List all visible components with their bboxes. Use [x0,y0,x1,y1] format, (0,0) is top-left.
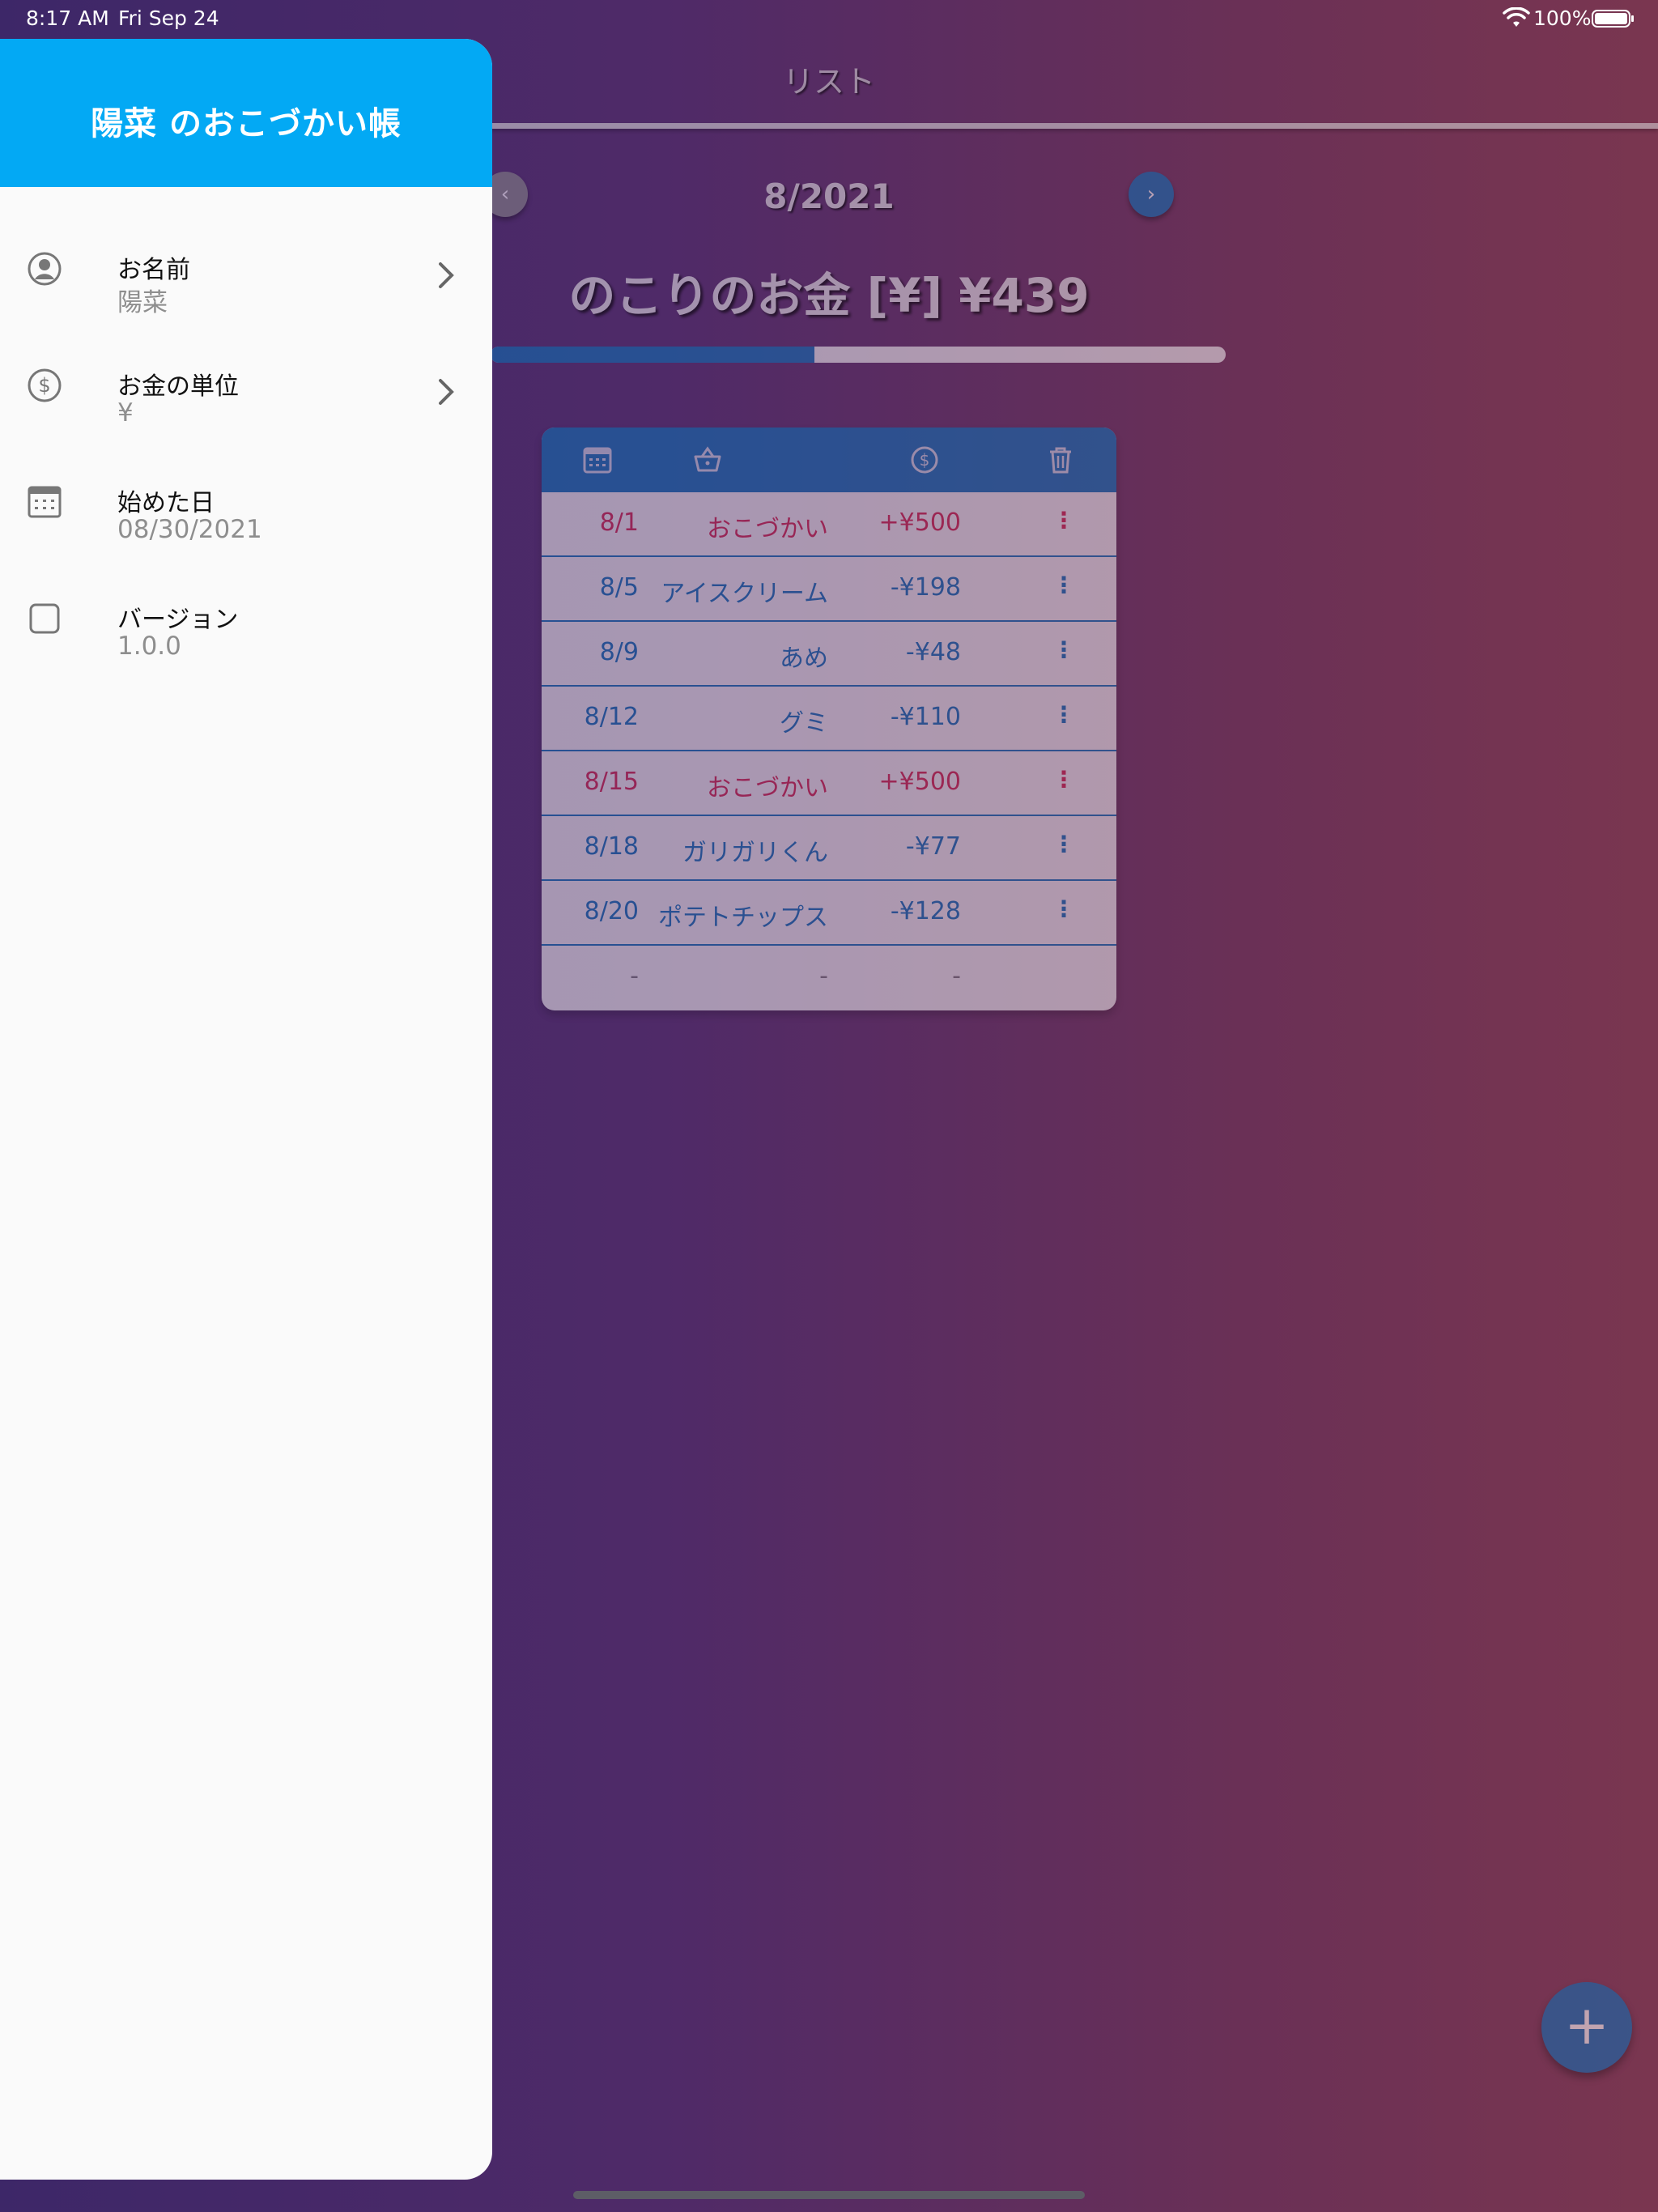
battery-percentage: 100% [1533,6,1592,30]
drawer-item-subtitle: ¥ [117,398,134,428]
row-amount: -¥77 [905,832,961,861]
trash-icon [1050,447,1071,474]
next-month-button[interactable]: › [1129,172,1174,217]
row-amount: - [952,962,961,990]
transactions-table: $ 8/1 おこづかい +¥500 ⋮ 8/5 アイスクリーム -¥198 ⋮ 8/9 あめ -¥4… [542,428,1116,1010]
drawer-item-subtitle: 1.0.0 [117,632,181,661]
row-item: アイスクリーム [661,580,828,608]
row-item: おこづかい [707,515,828,543]
row-item: あめ [780,644,828,673]
row-item: - [819,962,828,990]
row-date: 8/5 [599,573,639,602]
table-row[interactable]: 8/9 あめ -¥48 ⋮ [542,622,1116,687]
table-row[interactable]: 8/12 グミ -¥110 ⋮ [542,687,1116,751]
table-row[interactable]: 8/15 おこづかい +¥500 ⋮ [542,751,1116,816]
row-item: おこづかい [707,774,828,802]
add-transaction-button[interactable]: + [1541,1982,1632,2073]
more-vertical-icon[interactable]: ⋮ [1052,636,1076,664]
row-date: 8/1 [599,508,639,537]
row-item: グミ [780,709,828,738]
row-date: - [630,962,639,990]
row-date: 8/12 [584,703,639,731]
row-item: ガリガリくん [682,839,828,867]
table-row[interactable]: 8/1 おこづかい +¥500 ⋮ [542,492,1116,557]
drawer-item-start-date[interactable]: 始めた日 08/30/2021 [0,466,492,564]
row-item: ポテトチップス [658,904,828,932]
row-date: 8/15 [584,768,639,796]
status-time: 8:17 AM [26,6,109,30]
row-amount: +¥500 [878,508,961,537]
drawer-item-currency[interactable]: $ お金の単位 ¥ [0,350,492,447]
plus-icon: + [1564,1994,1609,2057]
chevron-right-icon [439,379,454,405]
home-indicator [573,2191,1085,2199]
calendar-icon [28,486,62,518]
table-header: $ [542,428,1116,492]
drawer-item-version: バージョン 1.0.0 [0,583,492,680]
row-amount: +¥500 [878,768,961,796]
drawer-item-title: バージョン [117,606,239,634]
calendar-icon [583,447,612,474]
drawer-item-title: お金の単位 [117,372,239,401]
more-vertical-icon[interactable]: ⋮ [1052,895,1076,923]
table-row[interactable]: 8/20 ポテトチップス -¥128 ⋮ [542,881,1116,946]
row-amount: -¥198 [890,573,961,602]
battery-icon [1592,10,1634,28]
square-icon [29,603,60,634]
drawer-title: 陽菜 のおこづかい帳 [91,105,402,143]
more-vertical-icon[interactable]: ⋮ [1052,701,1076,729]
drawer-item-name[interactable]: お名前 陽菜 [0,233,492,330]
more-vertical-icon[interactable]: ⋮ [1052,507,1076,534]
drawer-item-subtitle: 08/30/2021 [117,515,262,544]
user-circle-icon [28,252,62,286]
spending-progress-bar [491,347,1226,363]
row-date: 8/9 [599,638,639,666]
more-vertical-icon[interactable]: ⋮ [1052,572,1076,599]
more-vertical-icon[interactable]: ⋮ [1052,831,1076,858]
progress-fill [491,347,814,363]
drawer-item-subtitle: 陽菜 [117,288,168,317]
more-vertical-icon[interactable]: ⋮ [1052,766,1076,793]
chevron-right-icon: › [1146,182,1156,206]
table-row[interactable]: 8/18 ガリガリくん -¥77 ⋮ [542,816,1116,881]
dollar-icon: $ [911,446,938,474]
table-row[interactable]: --- [542,946,1116,1010]
drawer-item-title: 始めた日 [117,489,215,517]
row-amount: -¥128 [890,897,961,925]
drawer-item-title: お名前 [117,256,190,284]
wifi-icon [1503,7,1530,27]
drawer-header: 陽菜 のおこづかい帳 [0,39,492,187]
row-date: 8/18 [584,832,639,861]
svg-text:$: $ [38,374,50,397]
dollar-circle-icon: $ [28,368,62,402]
row-amount: -¥110 [890,703,961,731]
status-date: Fri Sep 24 [118,6,219,30]
table-row[interactable]: 8/5 アイスクリーム -¥198 ⋮ [542,557,1116,622]
navigation-drawer: 陽菜 のおこづかい帳 お名前 陽菜 $ お金の単位 ¥ 始めた日 08/30/2… [0,39,492,2180]
status-bar: 8:17 AM Fri Sep 24 100% [0,0,1658,37]
chevron-right-icon [439,262,454,288]
basket-icon [694,446,721,472]
row-amount: -¥48 [905,638,961,666]
row-date: 8/20 [584,897,639,925]
svg-text:$: $ [920,450,930,470]
